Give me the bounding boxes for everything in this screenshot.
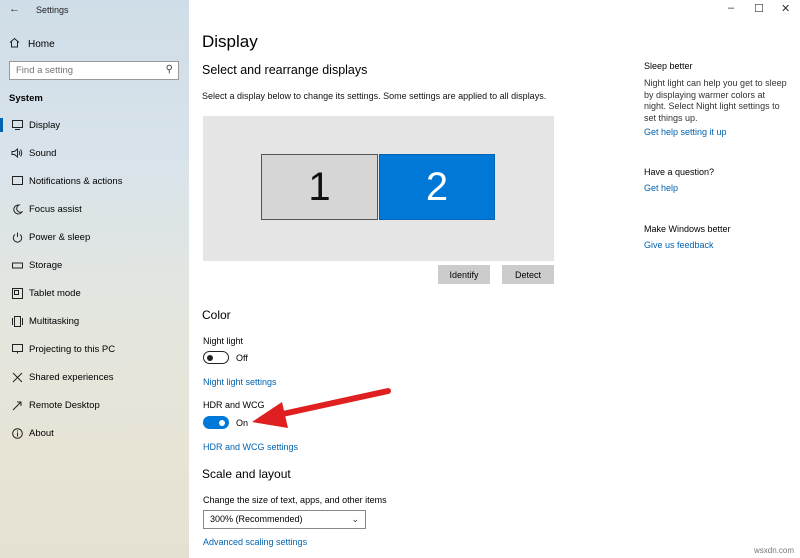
- close-button[interactable]: ✕: [781, 2, 790, 15]
- monitor-2[interactable]: 2: [379, 154, 495, 220]
- monitor-icon: [11, 119, 23, 131]
- sidebar-item-shared-experiences[interactable]: Shared experiences: [0, 364, 189, 390]
- home-link[interactable]: Home: [9, 37, 55, 51]
- maximize-button[interactable]: ☐: [754, 2, 764, 15]
- sidebar: ← Settings Home ⚲ System Display Sound N…: [0, 0, 189, 558]
- hdr-state: On: [236, 418, 249, 428]
- sidebar-item-label: About: [29, 427, 54, 439]
- sidebar-item-label: Multitasking: [29, 315, 80, 327]
- scale-description: Change the size of text, apps, and other…: [203, 495, 387, 505]
- sidebar-item-projecting[interactable]: Projecting to this PC: [0, 336, 189, 362]
- app-title: Settings: [36, 5, 69, 15]
- sidebar-item-label: Power & sleep: [29, 231, 91, 243]
- info-icon: [11, 427, 23, 439]
- watermark: wsxdn.com: [753, 546, 794, 555]
- sidebar-item-storage[interactable]: Storage: [0, 252, 189, 278]
- red-arrow-annotation: [252, 388, 391, 428]
- sidebar-item-label: Projecting to this PC: [29, 343, 116, 355]
- minimize-button[interactable]: –: [728, 2, 734, 14]
- identify-button[interactable]: Identify: [438, 265, 490, 284]
- color-heading: Color: [202, 308, 231, 322]
- sidebar-item-remote-desktop[interactable]: Remote Desktop: [0, 392, 189, 418]
- arrange-description: Select a display below to change its set…: [202, 91, 547, 101]
- sidebar-item-label: Remote Desktop: [29, 399, 100, 411]
- make-windows-better-heading: Make Windows better: [644, 224, 731, 234]
- multitasking-icon: [11, 315, 23, 327]
- hdr-toggle[interactable]: [203, 416, 229, 429]
- question-heading: Have a question?: [644, 167, 715, 177]
- feedback-link[interactable]: Give us feedback: [644, 240, 714, 250]
- sidebar-item-power-sleep[interactable]: Power & sleep: [0, 224, 189, 250]
- sidebar-item-label: Storage: [29, 259, 63, 271]
- sidebar-item-sound[interactable]: Sound: [0, 140, 189, 166]
- scale-heading: Scale and layout: [202, 467, 291, 481]
- title-bar: ← Settings: [0, 0, 189, 20]
- sidebar-item-label: Shared experiences: [29, 371, 114, 383]
- detect-button[interactable]: Detect: [502, 265, 554, 284]
- home-icon: [9, 37, 21, 51]
- scale-dropdown[interactable]: 300% (Recommended) ⌄: [203, 510, 366, 529]
- arrange-heading: Select and rearrange displays: [202, 63, 368, 77]
- moon-icon: [11, 203, 23, 215]
- sidebar-item-label: Tablet mode: [29, 287, 81, 299]
- speaker-icon: [11, 147, 23, 159]
- toggle-knob: [219, 419, 225, 426]
- sidebar-item-notifications[interactable]: Notifications & actions: [0, 168, 189, 194]
- toggle-knob: [207, 354, 213, 361]
- sidebar-item-label: Focus assist: [29, 203, 82, 215]
- advanced-scaling-link[interactable]: Advanced scaling settings: [203, 537, 307, 547]
- night-light-toggle[interactable]: [203, 351, 229, 364]
- night-light-label: Night light: [203, 336, 244, 346]
- search-box[interactable]: ⚲: [9, 61, 179, 80]
- storage-icon: [11, 259, 23, 271]
- sleep-help-link[interactable]: Get help setting it up: [644, 127, 727, 137]
- projecting-icon: [11, 343, 23, 355]
- sidebar-item-label: Display: [29, 119, 61, 131]
- power-icon: [11, 231, 23, 243]
- search-icon[interactable]: ⚲: [166, 64, 173, 75]
- sidebar-item-about[interactable]: About: [0, 420, 189, 446]
- tablet-icon: [11, 287, 23, 299]
- night-light-state: Off: [236, 353, 248, 363]
- sidebar-item-label: Notifications & actions: [29, 175, 123, 187]
- sidebar-item-focus-assist[interactable]: Focus assist: [0, 196, 189, 222]
- sidebar-item-display[interactable]: Display: [0, 112, 189, 138]
- get-help-link[interactable]: Get help: [644, 183, 678, 193]
- shared-icon: [11, 371, 23, 383]
- hdr-settings-link[interactable]: HDR and WCG settings: [203, 442, 298, 452]
- page-title: Display: [202, 32, 258, 51]
- scale-value: 300% (Recommended): [210, 514, 303, 524]
- display-arrangement-area[interactable]: 1 2: [203, 116, 554, 261]
- notifications-icon: [11, 175, 23, 187]
- back-arrow-icon[interactable]: ←: [9, 3, 20, 15]
- section-heading: System: [9, 93, 43, 104]
- sidebar-item-tablet-mode[interactable]: Tablet mode: [0, 280, 189, 306]
- sleep-better-heading: Sleep better: [644, 61, 693, 71]
- home-label: Home: [28, 38, 55, 50]
- sidebar-item-multitasking[interactable]: Multitasking: [0, 308, 189, 334]
- chevron-down-icon: ⌄: [351, 514, 359, 524]
- sleep-better-text: Night light can help you get to sleep by…: [644, 78, 787, 123]
- search-input[interactable]: [10, 62, 160, 79]
- sidebar-item-label: Sound: [29, 147, 57, 159]
- remote-icon: [11, 399, 23, 411]
- monitor-1[interactable]: 1: [261, 154, 378, 220]
